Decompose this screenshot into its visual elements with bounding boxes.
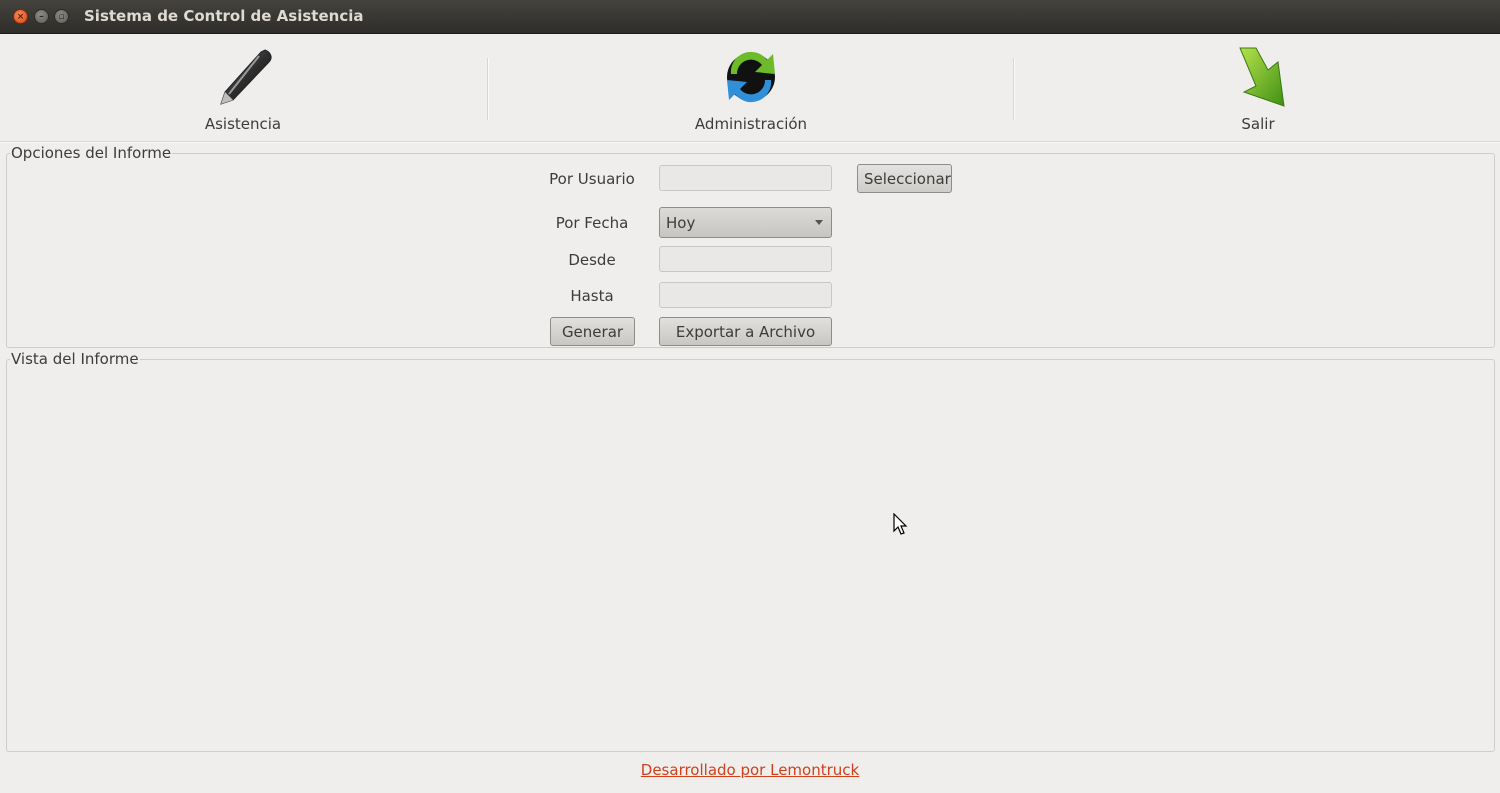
minimize-window-button[interactable]: – bbox=[34, 9, 49, 24]
report-view-title: Vista del Informe bbox=[10, 350, 140, 368]
desde-label: Desde bbox=[568, 251, 616, 269]
desde-field[interactable] bbox=[659, 246, 832, 272]
seleccionar-button[interactable]: Seleccionar bbox=[857, 164, 952, 193]
maximize-window-button[interactable]: ▫ bbox=[54, 9, 69, 24]
toolbar-salir-label: Salir bbox=[1241, 115, 1275, 133]
toolbar-asistencia-button[interactable]: Asistencia bbox=[143, 44, 343, 136]
toolbar-separator bbox=[1013, 58, 1015, 120]
toolbar-salir-button[interactable]: Salir bbox=[1158, 44, 1358, 136]
hasta-label: Hasta bbox=[570, 287, 614, 305]
report-options-title: Opciones del Informe bbox=[10, 144, 173, 162]
developer-credit-link[interactable]: Desarrollado por Lemontruck bbox=[0, 761, 1500, 779]
toolbar-asistencia-label: Asistencia bbox=[204, 115, 282, 133]
pen-icon bbox=[220, 49, 272, 105]
exit-arrow-icon bbox=[1239, 47, 1285, 107]
por-usuario-label: Por Usuario bbox=[549, 170, 635, 188]
por-usuario-field[interactable] bbox=[659, 165, 832, 191]
hasta-field[interactable] bbox=[659, 282, 832, 308]
chevron-down-icon bbox=[815, 220, 823, 225]
exportar-archivo-button[interactable]: Exportar a Archivo bbox=[659, 317, 832, 346]
sync-icon bbox=[727, 51, 775, 103]
window-titlebar: × – ▫ Sistema de Control de Asistencia bbox=[0, 0, 1500, 34]
mouse-pointer-icon bbox=[893, 513, 908, 535]
por-fecha-selected-value: Hoy bbox=[666, 214, 696, 232]
toolbar-separator bbox=[487, 58, 489, 120]
report-view-panel bbox=[6, 359, 1495, 752]
toolbar-administracion-label: Administración bbox=[694, 115, 808, 133]
toolbar-bottom-separator bbox=[0, 141, 1500, 143]
por-fecha-label: Por Fecha bbox=[555, 214, 629, 232]
window-title: Sistema de Control de Asistencia bbox=[84, 7, 364, 25]
close-window-button[interactable]: × bbox=[13, 9, 28, 24]
generar-button[interactable]: Generar bbox=[550, 317, 635, 346]
toolbar-administracion-button[interactable]: Administración bbox=[651, 44, 851, 136]
por-fecha-select[interactable]: Hoy bbox=[659, 207, 832, 238]
